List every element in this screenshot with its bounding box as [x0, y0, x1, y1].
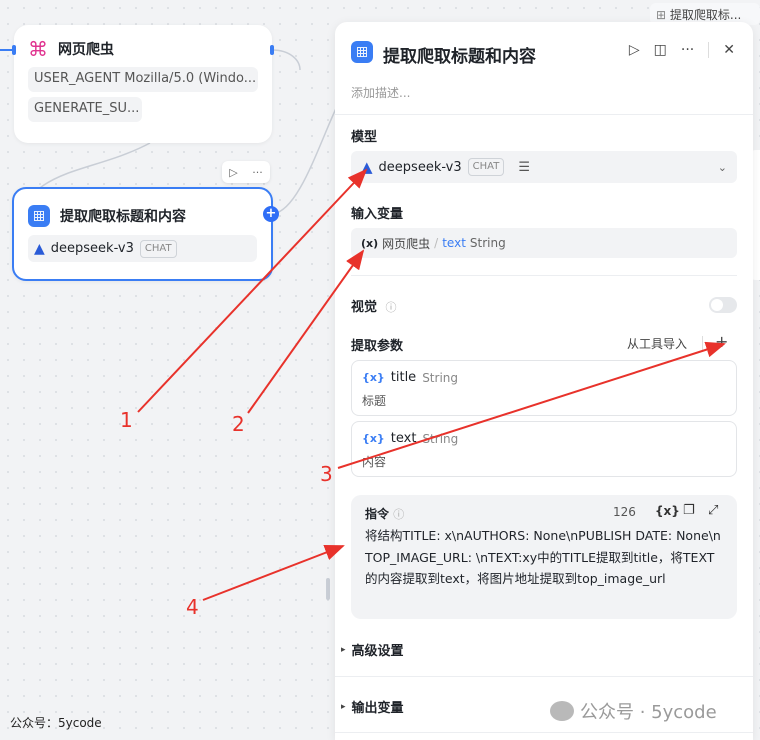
annotation-arrows	[137, 168, 726, 601]
annotation-number: 3	[320, 462, 333, 486]
arrow-3	[337, 341, 726, 469]
annotation-number: 4	[186, 595, 199, 619]
wechat-logo-icon	[550, 701, 574, 721]
watermark: 公众号 · 5ycode	[550, 698, 717, 724]
watermark-text: 公众号 · 5ycode	[580, 702, 717, 723]
arrow-2	[247, 249, 365, 414]
arrow-1	[137, 168, 368, 413]
annotation-number: 2	[232, 412, 245, 436]
arrow-4	[202, 545, 345, 601]
annotation-number: 1	[120, 408, 133, 432]
footer-credit: 公众号：5ycode	[10, 716, 102, 730]
